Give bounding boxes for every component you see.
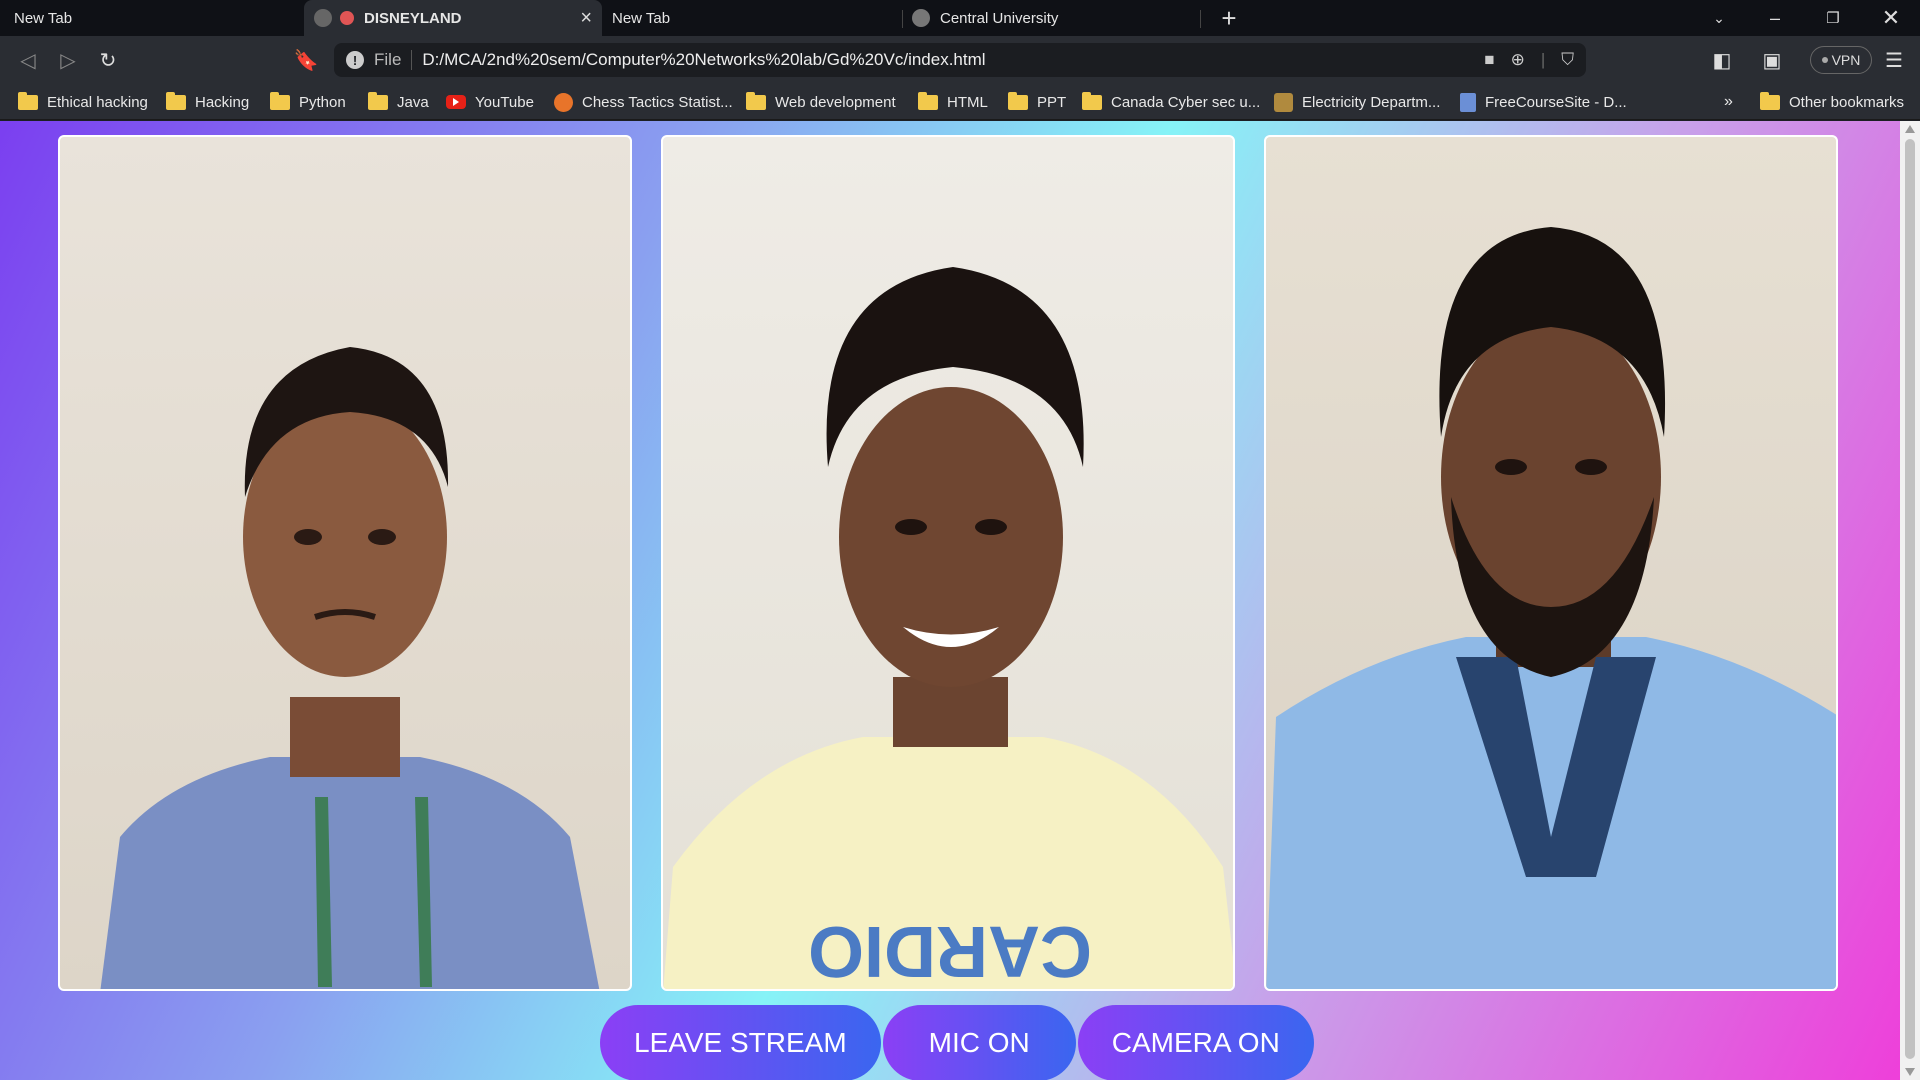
- zoom-icon[interactable]: ⊕: [1511, 50, 1525, 70]
- reload-icon[interactable]: ↻: [94, 46, 122, 74]
- url-scheme: File: [374, 50, 402, 69]
- folder-icon: [270, 91, 290, 110]
- bookmark-label: PPT: [1037, 93, 1067, 111]
- video-tile-1: [58, 135, 632, 991]
- vpn-label: VPN: [1831, 52, 1861, 68]
- folder-icon: [1008, 91, 1028, 110]
- tab-label: New Tab: [612, 9, 671, 27]
- video-call-page: CARDIO LEAVE STREAM MIC ON CAMERA ON: [0, 121, 1900, 1080]
- bookmark-youtube[interactable]: YouTube: [446, 84, 534, 120]
- site-icon: [1460, 92, 1476, 112]
- tab-label: DISNEYLAND: [364, 9, 462, 27]
- tab-separator: [1200, 10, 1201, 28]
- camera-icon[interactable]: ■: [1484, 50, 1494, 70]
- tab-strip: New Tab DISNEYLAND × New Tab Central Uni…: [0, 0, 1920, 36]
- camera-toggle-button[interactable]: CAMERA ON: [1077, 1005, 1314, 1080]
- bookmark-label: Ethical hacking: [47, 93, 148, 111]
- tab-central-university[interactable]: Central University: [912, 0, 1192, 36]
- bookmark-freecoursesite[interactable]: FreeCourseSite - D...: [1460, 84, 1627, 120]
- url-icon-divider: |: [1540, 50, 1546, 69]
- tab-disneyland[interactable]: DISNEYLAND ×: [304, 0, 602, 36]
- participant-video-1: [100, 347, 600, 989]
- folder-icon: [18, 91, 38, 110]
- bookmark-label: Python: [299, 93, 346, 111]
- bookmark-chess-tactics[interactable]: Chess Tactics Statist...: [554, 84, 733, 120]
- video-tile-2: CARDIO: [661, 135, 1235, 991]
- tab-new-tab-2[interactable]: New Tab: [612, 0, 892, 36]
- youtube-icon: [446, 95, 466, 109]
- forward-icon[interactable]: ▷: [54, 46, 82, 74]
- folder-icon: [746, 91, 766, 110]
- minimize-icon[interactable]: –: [1752, 0, 1798, 36]
- bookmark-label: FreeCourseSite - D...: [1485, 93, 1627, 111]
- tab-label: Central University: [940, 9, 1059, 27]
- restore-icon[interactable]: ❐: [1810, 0, 1856, 36]
- brave-shield-icon[interactable]: ⛉: [1561, 50, 1574, 70]
- bookmark-ppt[interactable]: PPT: [1008, 84, 1066, 120]
- bookmarks-bar: Ethical hacking Hacking Python Java YouT…: [0, 84, 1920, 120]
- mic-toggle-button[interactable]: MIC ON: [882, 1005, 1076, 1080]
- folder-icon: [368, 91, 388, 110]
- bookmark-electricity[interactable]: Electricity Departm...: [1274, 84, 1440, 120]
- bookmark-label: Hacking: [195, 93, 250, 111]
- url-text[interactable]: D:/MCA/2nd%20sem/Computer%20Networks%20l…: [422, 50, 985, 70]
- scrollbar-thumb[interactable]: [1905, 139, 1915, 1059]
- leave-stream-button[interactable]: LEAVE STREAM: [600, 1005, 881, 1080]
- bookmark-icon[interactable]: 🔖: [292, 46, 320, 74]
- vpn-button[interactable]: VPN: [1810, 46, 1872, 74]
- bookmark-label: Other bookmarks: [1789, 93, 1905, 111]
- page-scrollbar[interactable]: [1900, 121, 1920, 1080]
- site-info-icon[interactable]: !: [346, 51, 364, 69]
- close-tab-icon[interactable]: ×: [580, 7, 592, 30]
- bookmark-label: Canada Cyber sec u...: [1111, 93, 1261, 111]
- bookmark-hacking[interactable]: Hacking: [166, 84, 249, 120]
- tab-label: New Tab: [14, 9, 73, 27]
- bookmark-label: Electricity Departm...: [1302, 93, 1441, 111]
- tab-new-tab-1[interactable]: New Tab: [14, 0, 294, 36]
- bookmark-html[interactable]: HTML: [918, 84, 988, 120]
- navigation-bar: ◁ ▷ ↻ 🔖 ! File D:/MCA/2nd%20sem/Computer…: [0, 36, 1920, 84]
- bookmark-canada-cyber[interactable]: Canada Cyber sec u...: [1082, 84, 1260, 120]
- folder-icon: [1760, 91, 1780, 110]
- wallet-icon[interactable]: ▣: [1758, 46, 1786, 74]
- bookmark-label: Chess Tactics Statist...: [582, 93, 733, 111]
- back-icon[interactable]: ◁: [14, 46, 42, 74]
- address-bar[interactable]: ! File D:/MCA/2nd%20sem/Computer%20Netwo…: [334, 43, 1586, 77]
- scroll-up-icon[interactable]: [1905, 125, 1915, 133]
- participant-video-3: [1266, 227, 1836, 989]
- globe-icon: [314, 9, 332, 27]
- tab-separator: [902, 10, 903, 28]
- emblem-icon: [1274, 92, 1293, 112]
- scroll-down-icon[interactable]: [1905, 1068, 1915, 1076]
- recording-icon: [340, 11, 354, 25]
- video-tile-3: [1264, 135, 1838, 991]
- folder-icon: [1082, 91, 1102, 110]
- vpn-status-dot: [1821, 57, 1828, 63]
- bookmark-java[interactable]: Java: [368, 84, 429, 120]
- tab-search-chevron-icon[interactable]: ⌄: [1696, 0, 1742, 36]
- svg-text:CARDIO: CARDIO: [808, 911, 1092, 991]
- bookmarks-overflow-button[interactable]: »: [1724, 84, 1733, 120]
- bookmark-python[interactable]: Python: [270, 84, 346, 120]
- menu-icon[interactable]: ☰: [1880, 46, 1908, 74]
- bookmark-ethical-hacking[interactable]: Ethical hacking: [18, 84, 148, 120]
- bookmark-web-development[interactable]: Web development: [746, 84, 896, 120]
- new-tab-plus-icon[interactable]: +: [1206, 0, 1252, 36]
- participant-video-2: CARDIO: [663, 267, 1233, 991]
- chess-icon: [554, 92, 573, 112]
- bookmark-label: YouTube: [475, 93, 534, 111]
- other-bookmarks[interactable]: Other bookmarks: [1760, 84, 1904, 120]
- stream-controls: LEAVE STREAM MIC ON CAMERA ON: [600, 1005, 1316, 1080]
- folder-icon: [918, 91, 938, 110]
- bookmark-label: HTML: [947, 93, 988, 111]
- close-window-icon[interactable]: ✕: [1868, 0, 1914, 36]
- sidebar-icon[interactable]: ◧: [1708, 46, 1736, 74]
- bookmark-label: Java: [397, 93, 429, 111]
- url-divider: [411, 50, 413, 70]
- folder-icon: [166, 91, 186, 110]
- globe-icon: [912, 9, 930, 27]
- bookmark-label: Web development: [775, 93, 896, 111]
